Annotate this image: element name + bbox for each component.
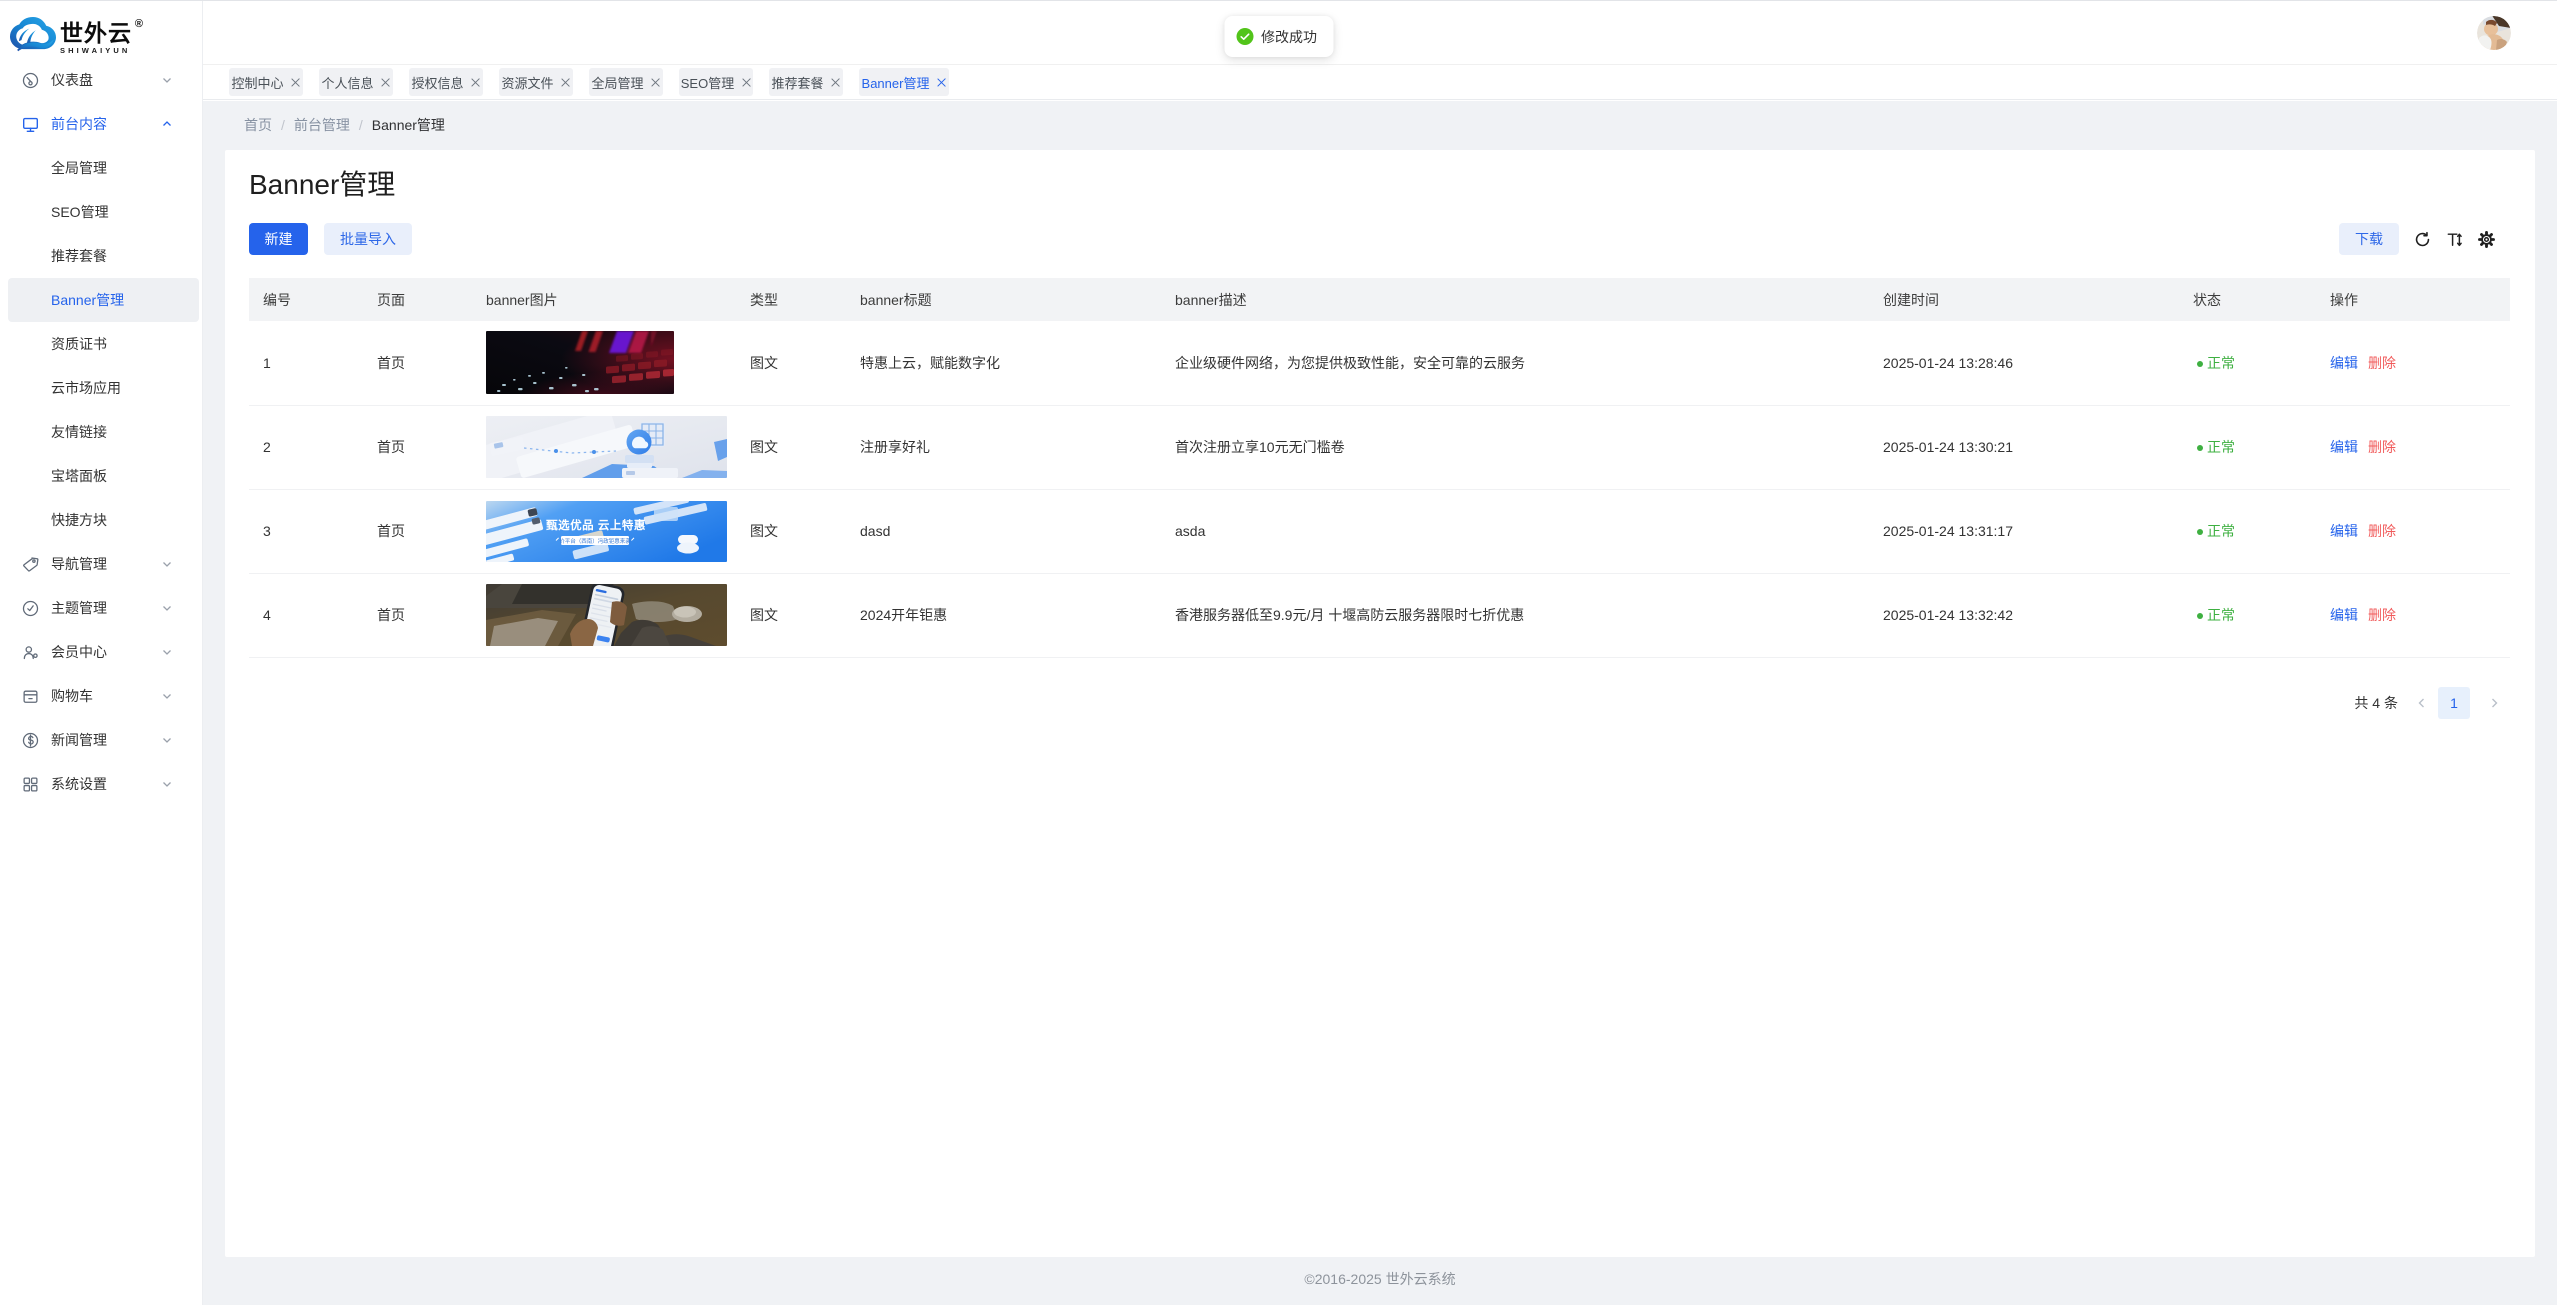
svg-text:价平台（西南）冯政钜惠来袭: 价平台（西南）冯政钜惠来袭 (559, 537, 631, 545)
svg-text:甄选优品 云上特惠: 甄选优品 云上特惠 (546, 518, 646, 532)
